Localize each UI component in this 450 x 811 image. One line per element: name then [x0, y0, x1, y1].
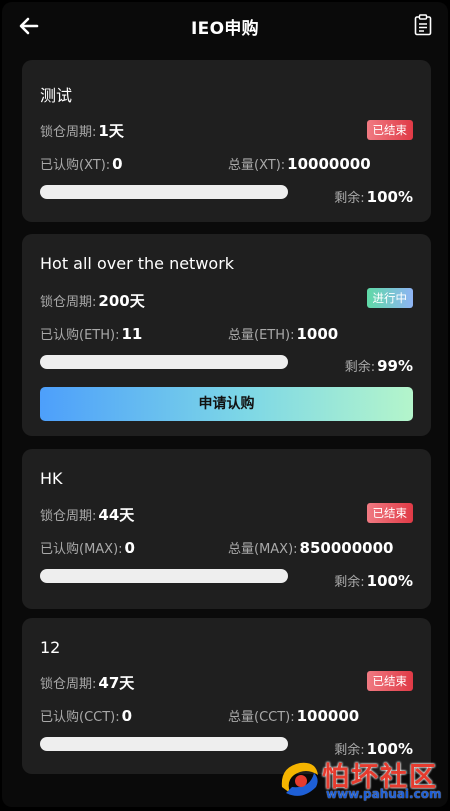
status-badge: 进行中 — [366, 288, 413, 308]
status-badge: 已结束 — [366, 120, 413, 140]
total-amount: 总量(CCT): 100000 — [228, 706, 359, 725]
remaining-label: 剩余: — [334, 191, 365, 206]
project-name: 测试 — [40, 86, 73, 105]
project-name: 12 — [40, 638, 61, 657]
subscribed-amount: 已认购(XT): 0 — [40, 154, 123, 173]
total-amount: 总量(XT): 10000000 — [228, 154, 371, 173]
remaining: 剩余: 100% — [334, 571, 413, 590]
subscribed-label: 已认购(XT): — [40, 158, 111, 173]
lock-period-label: 锁仓周期: — [40, 677, 97, 692]
lock-period-label: 锁仓周期: — [40, 295, 97, 310]
total-label: 总量(MAX): — [228, 542, 298, 557]
subscribed-value: 0 — [121, 707, 133, 725]
total-value: 1000 — [296, 325, 339, 343]
lock-period-value: 1天 — [98, 122, 124, 140]
lock-period-value: 200天 — [98, 292, 145, 310]
remaining: 剩余: 99% — [345, 356, 413, 375]
progress-bar — [40, 355, 288, 369]
total-label: 总量(CCT): — [228, 710, 295, 725]
watermark-url: www.pahuai.com — [326, 787, 442, 801]
remaining-value: 99% — [377, 357, 413, 375]
project-card[interactable]: HK 锁仓周期: 44天 已结束 已认购(MAX): 0 总量(MAX): 85000… — [22, 449, 431, 609]
remaining-label: 剩余: — [334, 575, 365, 590]
remaining-value: 100% — [366, 572, 413, 590]
subscribed-amount: 已认购(ETH): 11 — [40, 324, 142, 343]
lock-period-label: 锁仓周期: — [40, 125, 97, 140]
total-label: 总量(ETH): — [228, 328, 295, 343]
lock-period: 锁仓周期: 1天 — [40, 120, 124, 141]
lock-period-label: 锁仓周期: — [40, 509, 97, 524]
subscribed-amount: 已认购(CCT): 0 — [40, 706, 132, 725]
subscribed-label: 已认购(MAX): — [40, 542, 123, 557]
subscribed-label: 已认购(ETH): — [40, 328, 120, 343]
progress-bar — [40, 185, 288, 199]
progress-bar — [40, 737, 288, 751]
total-amount: 总量(ETH): 1000 — [228, 324, 338, 343]
progress-bar — [40, 569, 288, 583]
lock-period: 锁仓周期: 44天 — [40, 504, 134, 525]
total-value: 100000 — [296, 707, 360, 725]
project-card[interactable]: 12 锁仓周期: 47天 已结束 已认购(CCT): 0 总量(CCT): 10000… — [22, 618, 431, 774]
apply-subscribe-button[interactable]: 申请认购 — [40, 387, 413, 421]
remaining: 剩余: 100% — [334, 187, 413, 206]
ieo-screen: IEO申购 测试 锁仓周期: 1天 已结束 已认购(XT): 0 总量(XT): 10… — [2, 2, 448, 807]
subscribed-value: 11 — [121, 325, 143, 343]
subscribed-amount: 已认购(MAX): 0 — [40, 538, 135, 557]
watermark-emblem-icon — [281, 762, 318, 796]
project-name: Hot all over the network — [40, 254, 235, 273]
page-title: IEO申购 — [191, 19, 259, 39]
remaining-value: 100% — [366, 188, 413, 206]
total-value: 850000000 — [299, 539, 394, 557]
remaining-label: 剩余: — [344, 360, 376, 375]
subscribed-value: 0 — [112, 155, 123, 173]
lock-period-value: 44天 — [98, 506, 135, 524]
status-badge: 已结束 — [366, 503, 413, 523]
status-badge: 已结束 — [366, 671, 413, 691]
clipboard-icon[interactable] — [414, 14, 432, 36]
project-card[interactable]: Hot all over the network 锁仓周期: 200天 进行中 已… — [22, 234, 431, 436]
total-value: 10000000 — [287, 155, 371, 173]
project-name: HK — [40, 469, 63, 488]
lock-period: 锁仓周期: 200天 — [40, 290, 145, 311]
lock-period: 锁仓周期: 47天 — [40, 672, 134, 693]
project-card[interactable]: 测试 锁仓周期: 1天 已结束 已认购(XT): 0 总量(XT): 10000000… — [22, 60, 431, 222]
watermark-logo: 怕坏社区 www.pahuai.com — [276, 755, 444, 803]
subscribed-value: 0 — [124, 539, 135, 557]
subscribed-label: 已认购(CCT): — [40, 710, 120, 725]
lock-period-value: 47天 — [98, 674, 135, 692]
total-label: 总量(XT): — [228, 158, 286, 173]
total-amount: 总量(MAX): 850000000 — [228, 538, 393, 557]
top-bar: IEO申购 — [2, 2, 448, 50]
